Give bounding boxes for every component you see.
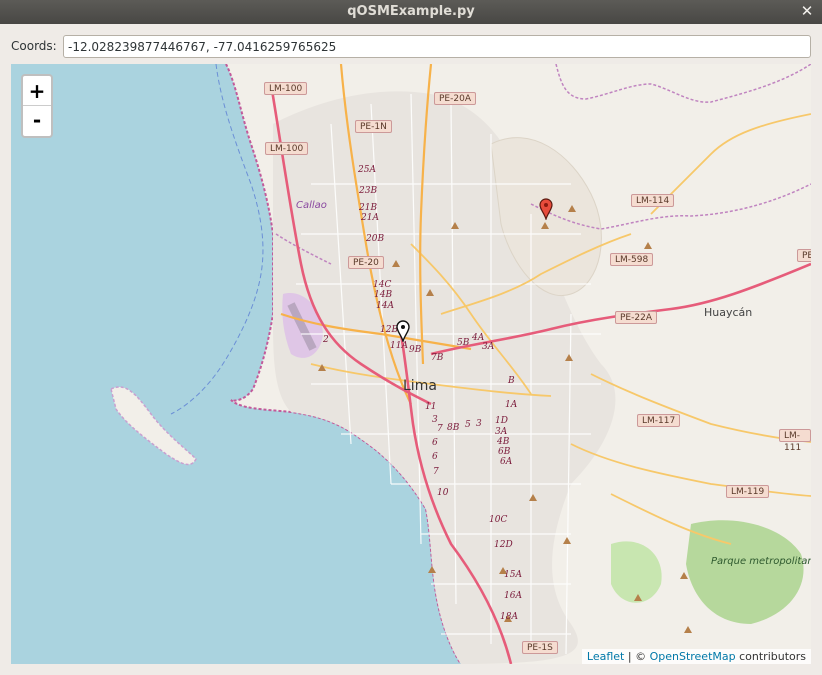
district-label: 8B bbox=[447, 423, 460, 433]
district-label: 5 bbox=[465, 420, 471, 430]
district-label: 15A bbox=[504, 570, 522, 580]
district-label: 25A bbox=[358, 165, 376, 175]
district-label: 7 bbox=[437, 424, 443, 434]
map-pin-icon-red[interactable] bbox=[539, 198, 553, 220]
leaflet-link[interactable]: Leaflet bbox=[587, 650, 624, 663]
road-shield: PE-1S bbox=[522, 641, 558, 654]
map-attribution: Leaflet | © OpenStreetMap contributors bbox=[581, 649, 811, 664]
district-label: 11 bbox=[425, 402, 437, 412]
zoom-out-button[interactable]: - bbox=[23, 106, 51, 135]
district-label: 6B bbox=[498, 447, 511, 457]
city-label: Lima bbox=[403, 378, 437, 394]
road-shield: PE-22A bbox=[615, 311, 657, 324]
road-shield: LM-111 bbox=[779, 429, 811, 453]
district-label: 7B bbox=[431, 353, 444, 363]
coords-field[interactable] bbox=[63, 35, 811, 58]
district-label: 14C bbox=[373, 280, 392, 290]
attribution-suffix: contributors bbox=[735, 650, 806, 663]
coords-label: Coords: bbox=[11, 39, 57, 53]
district-label: 6 bbox=[432, 452, 438, 462]
road-shield: PE-20 bbox=[348, 256, 384, 269]
road-shield: PE-20A bbox=[434, 92, 476, 105]
district-label: 23B bbox=[359, 186, 378, 196]
road-shield: PE-1N bbox=[355, 120, 392, 133]
app-window: qOSMExample.py ✕ Coords: -12.02823987744… bbox=[0, 0, 822, 675]
district-label: B bbox=[508, 376, 515, 386]
attribution-separator: | © bbox=[624, 650, 650, 663]
district-label: 3A bbox=[482, 342, 495, 352]
zoom-control: + - bbox=[21, 74, 53, 138]
district-label: 2 bbox=[323, 335, 329, 345]
road-shield: LM-117 bbox=[637, 414, 681, 427]
district-label: 18A bbox=[500, 612, 518, 622]
road-shield: LM-100 bbox=[265, 142, 309, 155]
district-label: 14B bbox=[374, 290, 393, 300]
district-label: 14A bbox=[376, 301, 394, 311]
park-label: Parque metropolitano Paul Paulet bbox=[711, 556, 811, 567]
district-label: 20B bbox=[366, 234, 385, 244]
place-label-huaycan: Huaycán bbox=[704, 306, 753, 319]
district-label: 10 bbox=[437, 488, 449, 498]
district-label: 4B bbox=[497, 437, 510, 447]
district-label: 21A bbox=[361, 213, 379, 223]
district-label: 3 bbox=[476, 419, 482, 429]
place-label-callao: Callao bbox=[296, 200, 327, 211]
road-shield: PE bbox=[797, 249, 811, 262]
map-tiles bbox=[11, 64, 811, 664]
district-label: 3A bbox=[495, 427, 508, 437]
map-pin-icon-black[interactable] bbox=[396, 320, 410, 342]
district-label: 9B bbox=[409, 345, 422, 355]
district-label: 6A bbox=[500, 457, 513, 467]
park-west bbox=[611, 541, 662, 603]
district-label: 1D bbox=[495, 416, 508, 426]
district-label: 5B bbox=[457, 338, 470, 348]
close-icon[interactable]: ✕ bbox=[798, 2, 816, 20]
road-shield: LM-100 bbox=[264, 82, 308, 95]
road-shield: LM-114 bbox=[631, 194, 675, 207]
district-label: 1A bbox=[505, 400, 518, 410]
window-title: qOSMExample.py bbox=[347, 4, 475, 19]
district-label: 12D bbox=[494, 540, 513, 550]
road-shield: LM-598 bbox=[610, 253, 654, 266]
road-shield: LM-119 bbox=[726, 485, 770, 498]
district-label: 7 bbox=[433, 467, 439, 477]
district-label: 21B bbox=[359, 203, 378, 213]
zoom-in-button[interactable]: + bbox=[23, 76, 51, 106]
district-label: 11A bbox=[390, 341, 408, 351]
title-bar: qOSMExample.py ✕ bbox=[0, 0, 822, 24]
osm-link[interactable]: OpenStreetMap bbox=[650, 650, 736, 663]
district-label: 10C bbox=[489, 515, 508, 525]
district-label: 16A bbox=[504, 591, 522, 601]
district-label: 6 bbox=[432, 438, 438, 448]
map-view[interactable]: Lima Huaycán Callao Parque metropolitano… bbox=[11, 64, 811, 664]
